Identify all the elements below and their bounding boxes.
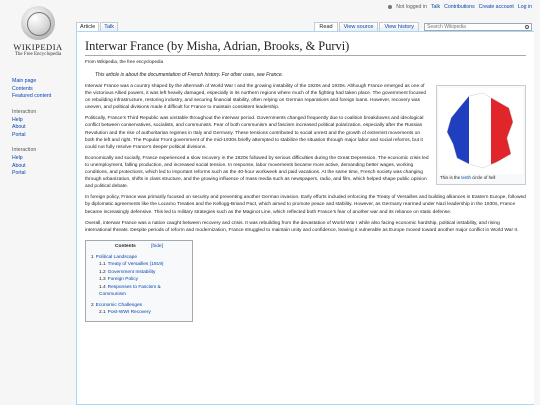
sidebar-item-about[interactable]: About xyxy=(12,124,72,132)
puzzle-globe-icon xyxy=(21,6,55,40)
toc-title: Contents xyxy=(115,243,136,249)
sidebar-section-main: Main page Contents Featured content xyxy=(12,78,72,101)
tab-article[interactable]: Article xyxy=(76,22,100,31)
toc-link[interactable]: Government Instability xyxy=(108,270,156,275)
article-content: Interwar France (by Misha, Adrian, Brook… xyxy=(76,31,534,405)
create-account-link[interactable]: Create account xyxy=(479,4,514,10)
toc-entry[interactable]: 1 Political Landscape xyxy=(91,254,187,262)
toc-link[interactable]: Political Landscape xyxy=(96,255,137,260)
logo-wordmark: WIKIPEDIA xyxy=(13,42,63,52)
toc-entry[interactable]: 1.3 Foreign Policy xyxy=(91,276,187,284)
sidebar-section-interaction-2: Interaction Help About Portal xyxy=(12,147,72,178)
wikipedia-logo[interactable]: WIKIPEDIA The Free Encyclopedia xyxy=(8,6,68,57)
sidebar-navigation: Main page Contents Featured content Inte… xyxy=(12,78,72,186)
toc-entry[interactable]: 1.1 Treaty of Versailles (1919) xyxy=(91,261,187,269)
personal-tools: Not logged in Talk Contributions Create … xyxy=(388,4,532,10)
toc-entry[interactable]: 1.2 Government Instability xyxy=(91,269,187,277)
table-of-contents: Contents [hide] 1 Political Landscape 1.1… xyxy=(85,239,193,322)
search-placeholder: Search Wikipedia xyxy=(427,23,466,30)
france-flag-map-image[interactable] xyxy=(439,88,523,174)
tab-talk[interactable]: Talk xyxy=(100,22,119,31)
contributions-link[interactable]: Contributions xyxy=(444,4,475,10)
sidebar-item-help[interactable]: Help xyxy=(12,117,72,125)
paragraph: In foreign policy, France was primarily … xyxy=(85,195,526,215)
view-tabs: Read View source View history Search Wik… xyxy=(313,22,532,31)
thumbnail-caption: This is the tenth circle of hell xyxy=(439,174,523,182)
sidebar-section-interaction: Interaction Help About Portal xyxy=(12,109,72,140)
tab-read[interactable]: Read xyxy=(314,22,338,31)
toc-number: 2.1 xyxy=(99,310,106,316)
not-logged-in-label: Not logged in xyxy=(396,4,427,10)
caption-link-tenth[interactable]: tenth xyxy=(461,175,471,180)
toc-link[interactable]: Economic Challenges xyxy=(96,303,142,308)
page-title: Interwar France (by Misha, Adrian, Brook… xyxy=(85,39,526,56)
toc-number: 1.4 xyxy=(99,284,106,290)
talk-link[interactable]: Talk xyxy=(431,4,440,10)
tab-view-source[interactable]: View source xyxy=(338,22,379,31)
user-icon xyxy=(388,5,393,9)
sidebar-item-featured-content[interactable]: Featured content xyxy=(12,93,72,101)
search-icon[interactable] xyxy=(525,24,529,29)
log-in-link[interactable]: Log in xyxy=(518,4,532,10)
toc-entry[interactable]: 2.1 Post-WWI Recovery xyxy=(91,309,187,317)
france-map-icon xyxy=(446,92,514,169)
toc-number: 1.2 xyxy=(99,269,106,275)
sidebar-item-help[interactable]: Help xyxy=(12,155,72,163)
paragraph: Overall, interwar France was a nation ca… xyxy=(85,220,519,233)
toc-link[interactable]: Post-WWI Recovery xyxy=(108,310,151,315)
sidebar-item-about[interactable]: About xyxy=(12,163,72,171)
toc-number: 1.1 xyxy=(99,262,106,268)
search-input[interactable]: Search Wikipedia xyxy=(424,22,532,31)
toc-number: 2 xyxy=(91,302,94,308)
sidebar-heading: Interaction xyxy=(12,108,37,115)
toc-hide-toggle[interactable]: [hide] xyxy=(151,244,163,249)
thumbnail-figure: This is the tenth circle of hell xyxy=(436,85,526,185)
caption-text: This is the xyxy=(440,175,462,180)
sidebar-item-portal[interactable]: Portal xyxy=(12,170,72,178)
toc-entry[interactable]: 1.4 Responses to Fascism & Communism xyxy=(91,284,187,299)
toc-entry[interactable]: 2 Economic Challenges xyxy=(91,302,187,310)
sidebar-item-portal[interactable]: Portal xyxy=(12,132,72,140)
toc-number: 1 xyxy=(91,254,94,260)
logo-tagline: The Free Encyclopedia xyxy=(14,52,62,57)
site-subtitle: From Wikipedia, the free encyclopedia xyxy=(85,59,164,64)
sidebar-heading: Interaction xyxy=(12,147,37,153)
namespace-tabs: Article Talk xyxy=(76,22,119,31)
tab-view-history[interactable]: View history xyxy=(379,22,419,31)
toc-link[interactable]: Treaty of Versailles (1919) xyxy=(108,262,164,267)
toc-heading: Contents [hide] xyxy=(91,244,187,249)
hatnote: This article is about the documentation … xyxy=(95,72,284,78)
sidebar-item-contents[interactable]: Contents xyxy=(12,86,72,94)
toc-link[interactable]: Foreign Policy xyxy=(108,277,138,282)
caption-text: circle of hell xyxy=(471,175,496,180)
toc-link[interactable]: Responses to Fascism & Communism xyxy=(99,285,161,298)
toc-number: 1.3 xyxy=(99,277,106,283)
sidebar-item-main-page[interactable]: Main page xyxy=(12,78,72,86)
